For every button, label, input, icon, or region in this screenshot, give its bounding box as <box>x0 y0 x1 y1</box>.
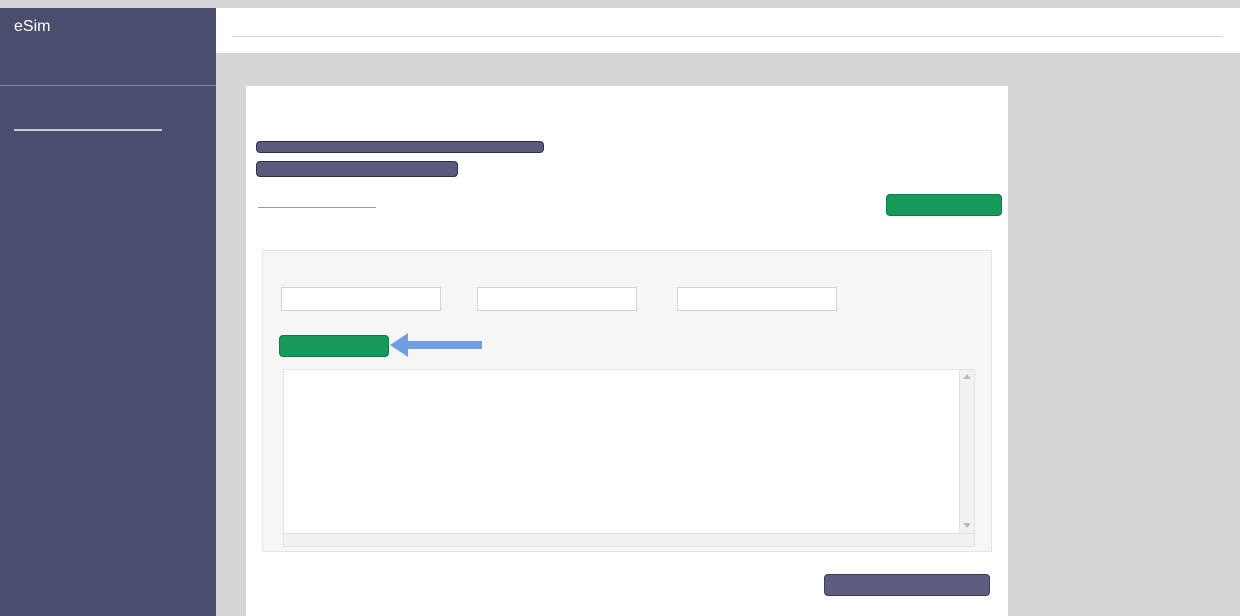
sidebar: eSim <box>0 8 216 616</box>
scroll-down-icon[interactable] <box>963 523 971 528</box>
search-form <box>262 250 992 552</box>
left-arrow-icon <box>390 333 482 357</box>
download-all-button[interactable] <box>824 574 990 596</box>
login-input[interactable] <box>677 287 837 311</box>
app-logo: eSim <box>14 18 51 35</box>
excel-upload-link[interactable] <box>256 141 544 153</box>
new-user-button[interactable] <box>886 194 1002 216</box>
top-bar <box>216 8 1240 53</box>
last-name-input[interactable] <box>281 287 441 311</box>
top-bar-divider <box>232 36 1222 37</box>
sidebar-divider <box>0 85 216 86</box>
championship-list-link-underline <box>258 207 376 208</box>
main-panel <box>246 86 1008 616</box>
add-participants-title <box>258 113 498 114</box>
right-empty-area <box>1008 53 1240 616</box>
horizontal-scrollbar[interactable] <box>284 533 974 546</box>
vertical-scrollbar[interactable] <box>959 370 974 546</box>
search-results-box <box>283 369 975 547</box>
search-button[interactable] <box>279 335 389 357</box>
first-middle-name-input[interactable] <box>477 287 637 311</box>
scroll-up-icon[interactable] <box>963 374 971 379</box>
main-menu-underline <box>14 129 162 131</box>
template-download-button[interactable] <box>256 161 458 177</box>
